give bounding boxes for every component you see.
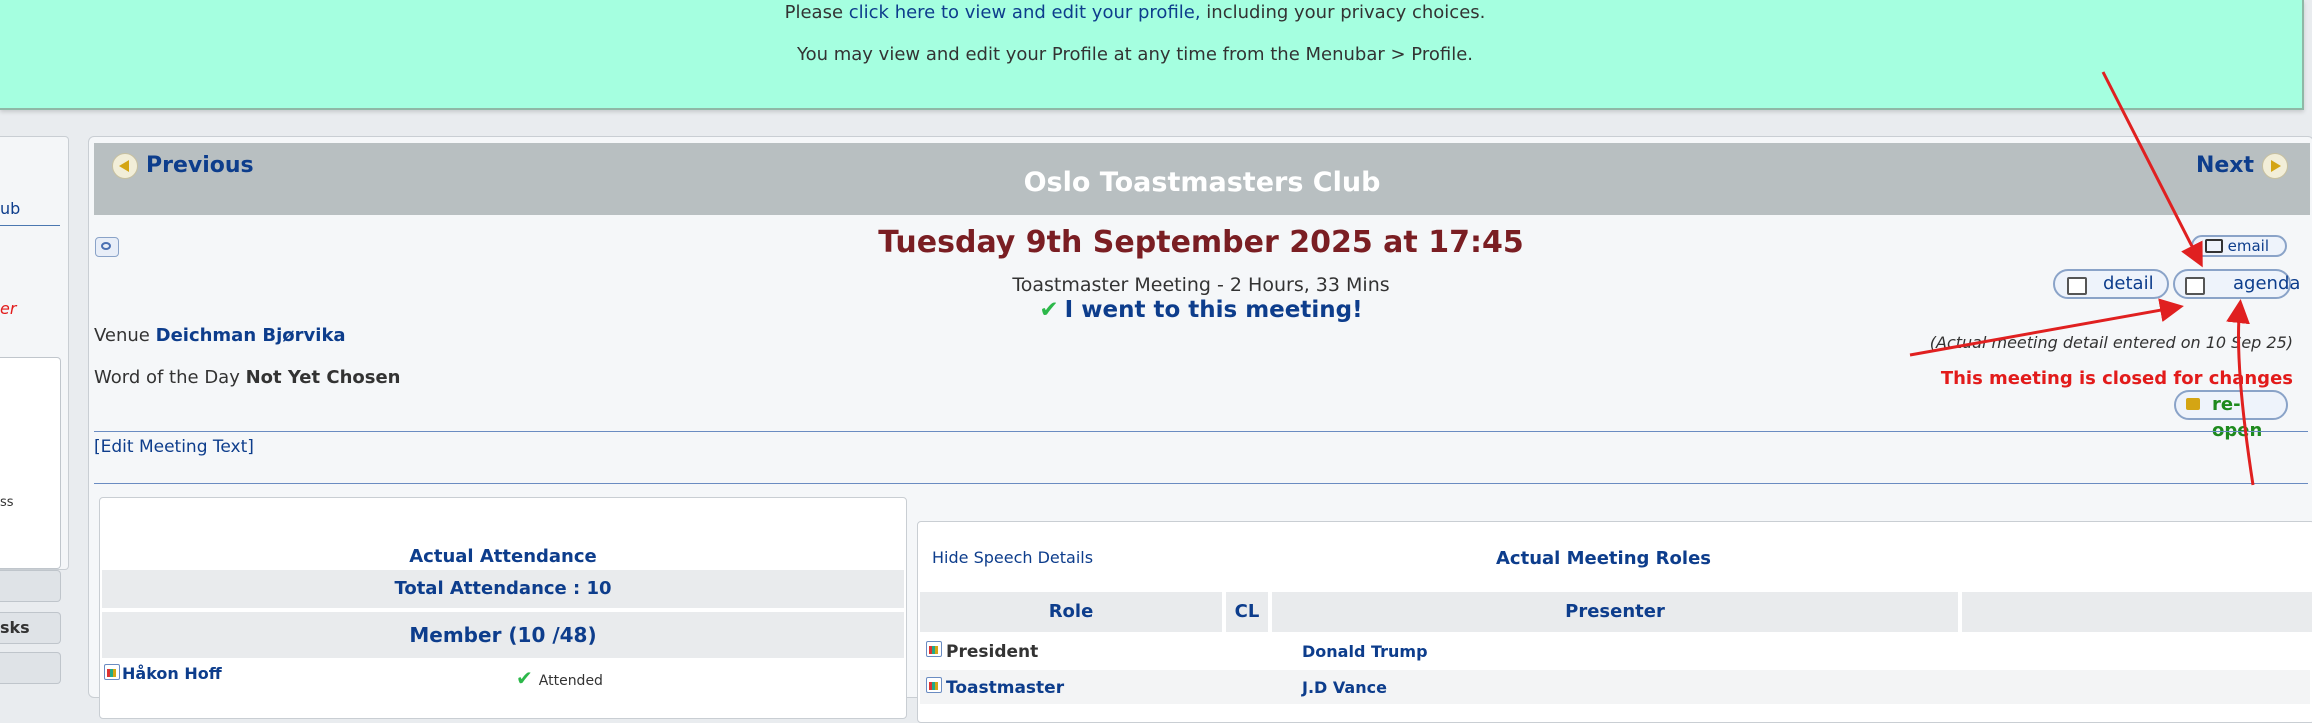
edit-meeting-text-link[interactable]: [Edit Meeting Text]	[94, 437, 254, 457]
word-of-day-line: Word of the Day Not Yet Chosen	[94, 367, 401, 388]
actual-detail-note: (Actual meeting detail entered on 10 Sep…	[1929, 333, 2293, 352]
email-label: email	[2227, 237, 2269, 255]
divider	[94, 431, 2308, 432]
checkmark-icon: ✔	[516, 666, 533, 690]
column-header-presenter: Presenter	[1272, 592, 1958, 632]
banner-line-2: You may view and edit your Profile at an…	[797, 44, 1473, 65]
member-count: Member (10 /48)	[102, 612, 904, 658]
stats-icon[interactable]	[926, 641, 942, 657]
sidebar-small-text: ss	[0, 495, 14, 510]
meeting-closed-notice: This meeting is closed for changes	[1940, 368, 2293, 389]
agenda-label: agenda	[2233, 273, 2301, 294]
sidebar-inner-box	[0, 357, 61, 569]
word-of-day-value: Not Yet Chosen	[245, 367, 401, 388]
divider	[94, 483, 2308, 484]
arrow-right-icon	[2262, 153, 2288, 179]
attendee-row: Håkon Hoff ✔ Attended	[102, 660, 904, 690]
role-name: President	[946, 642, 1039, 662]
column-header-extra	[1962, 592, 2312, 632]
role-presenter[interactable]: Donald Trump	[1302, 642, 1428, 661]
banner-suffix: including your privacy choices.	[1200, 2, 1486, 23]
attendee-status: ✔ Attended	[516, 666, 603, 690]
meeting-date: Tuesday 9th September 2025 at 17:45	[878, 225, 1524, 260]
sidebar-button-3[interactable]	[0, 652, 61, 684]
attendance-card: Actual Attendance Total Attendance : 10 …	[99, 497, 907, 719]
roles-card: Hide Speech Details Actual Meeting Roles…	[917, 521, 2312, 723]
banner-prefix: Please	[784, 2, 849, 23]
sidebar-button-tasks[interactable]: sks	[0, 612, 61, 644]
agenda-button[interactable]: agenda	[2173, 269, 2300, 299]
next-label: Next	[2195, 153, 2254, 178]
column-header-cl: CL	[1226, 592, 1268, 632]
attendee-name[interactable]: Håkon Hoff	[122, 664, 222, 683]
meeting-title-bar: Previous Oslo Toastmasters Club Next	[94, 143, 2310, 215]
hide-speech-details-link[interactable]: Hide Speech Details	[932, 548, 1093, 567]
sidebar-divider	[0, 225, 60, 226]
edit-profile-link[interactable]: click here to view and edit your profile…	[849, 2, 1201, 23]
email-button[interactable]: email	[2191, 235, 2287, 257]
club-title: Oslo Toastmasters Club	[1023, 167, 1381, 198]
lock-icon	[2186, 398, 2200, 410]
profile-banner: Please click here to view and edit your …	[0, 0, 2304, 110]
role-row: President Donald Trump	[920, 634, 2310, 668]
role-presenter[interactable]: J.D Vance	[1302, 678, 1387, 697]
attended-text: I went to this meeting!	[1064, 297, 1363, 323]
venue-line: Venue Deichman Bjørvika	[94, 325, 346, 346]
detail-button[interactable]: detail	[2053, 269, 2169, 299]
reopen-button[interactable]: re-open	[2174, 390, 2288, 441]
printer-icon	[2067, 277, 2087, 295]
detail-label: detail	[2103, 273, 2154, 294]
stats-icon[interactable]	[926, 677, 942, 693]
attended-confirmation: ✔ I went to this meeting!	[89, 297, 2312, 323]
column-header-role: Role	[920, 592, 1222, 632]
roles-heading: Actual Meeting Roles	[1496, 548, 1711, 569]
role-name[interactable]: Toastmaster	[946, 678, 1064, 698]
left-sidebar: ub er ss	[0, 136, 69, 570]
venue-name[interactable]: Deichman Bjørvika	[156, 325, 346, 346]
attendance-heading: Actual Attendance	[409, 546, 597, 567]
meeting-panel: Previous Oslo Toastmasters Club Next Tue…	[88, 136, 2312, 723]
sidebar-link[interactable]: ub	[0, 199, 20, 218]
sidebar-red-text: er	[0, 299, 17, 318]
reopen-label: re-open	[2212, 394, 2263, 441]
printer-icon	[2185, 277, 2205, 295]
stats-icon[interactable]	[104, 664, 120, 680]
sidebar-button-1[interactable]	[0, 570, 61, 602]
banner-line-1: Please click here to view and edit your …	[0, 2, 2270, 23]
meeting-type: Toastmaster Meeting - 2 Hours, 33 Mins	[1012, 274, 1390, 296]
total-attendance: Total Attendance : 10	[102, 570, 904, 608]
word-of-day-label: Word of the Day	[94, 367, 240, 388]
venue-label: Venue	[94, 325, 150, 346]
checkmark-icon: ✔	[1039, 297, 1059, 323]
next-button[interactable]: Next	[2196, 153, 2288, 179]
attendee-status-text: Attended	[538, 673, 603, 689]
role-row: Toastmaster J.D Vance	[920, 670, 2310, 704]
